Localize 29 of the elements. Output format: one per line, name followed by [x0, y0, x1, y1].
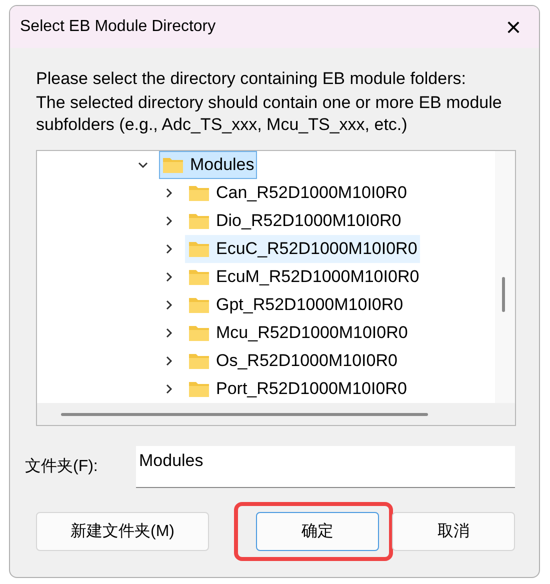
tree-item[interactable]: Gpt_R52D1000M10I0R0 [185, 291, 406, 319]
scrollbar-thumb[interactable] [61, 412, 428, 416]
tree-item[interactable]: Dio_R52D1000M10I0R0 [185, 207, 404, 235]
tree-item[interactable]: EcuC_R52D1000M10I0R0 [185, 235, 420, 263]
close-button[interactable]: × [498, 14, 529, 40]
tree-item[interactable]: EcuM_R52D1000M10I0R0 [185, 263, 422, 291]
dialog-button[interactable]: 取消 [392, 512, 515, 551]
field-label: 文件夹(F): [25, 456, 99, 477]
instruction-text: Please select the directory containing EB module folders: [36, 68, 467, 90]
instruction-text: The selected directory should contain one or more EB module subfolders (e.g., Adc_TS_xxx, Mcu_TS_xxx, etc.) [36, 92, 503, 136]
folder-icon [188, 212, 210, 230]
dialog-button[interactable]: 新建文件夹(M) [36, 512, 209, 551]
folder-icon [188, 268, 210, 286]
tree-item[interactable]: Os_R52D1000M10I0R0 [185, 347, 400, 375]
dialog-button[interactable]: 确定 [256, 512, 379, 551]
folder-input-field[interactable]: Modules [136, 446, 515, 488]
folder-icon [188, 324, 210, 342]
folder-icon [188, 296, 210, 314]
scrollbar-thumb[interactable] [502, 277, 505, 312]
folder-icon [188, 240, 210, 258]
folder-icon [188, 352, 210, 370]
window-title: Select EB Module Directory [20, 17, 216, 37]
folder-icon [188, 184, 210, 202]
tree-item[interactable]: Port_R52D1000M10I0R0 [185, 375, 410, 403]
tree-item[interactable]: Can_R52D1000M10I0R0 [185, 179, 410, 207]
tree-item[interactable]: Modules [159, 151, 258, 179]
folder-icon [188, 380, 210, 398]
tree-item[interactable]: Mcu_R52D1000M10I0R0 [185, 319, 411, 347]
folder-icon [162, 156, 184, 174]
